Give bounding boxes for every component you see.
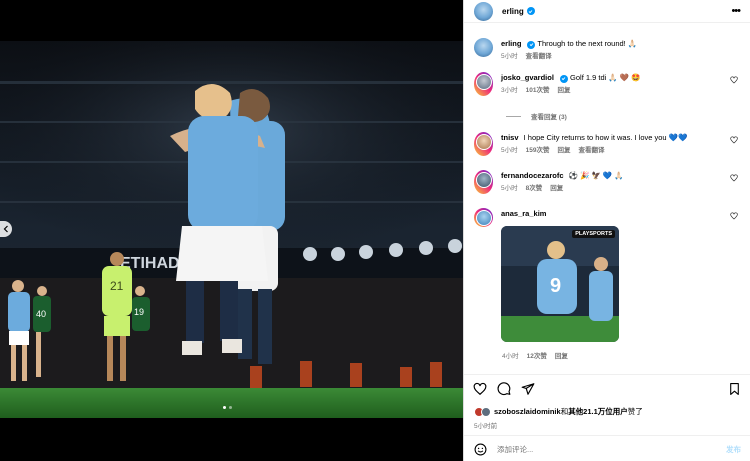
carousel-dot[interactable] <box>229 406 232 409</box>
post-time: 5小时前 <box>474 423 498 430</box>
shirt-number-21: 21 <box>110 279 124 293</box>
comment-time: 3小时 <box>501 87 518 94</box>
comment-time: 5小时 <box>501 147 518 154</box>
comment-likes[interactable]: 8次赞 <box>526 185 543 192</box>
likes-summary: szoboszlaidominik和其他21.1万位用户赞了 <box>474 406 643 417</box>
post-photo[interactable]: ETIHAD 40 21 19 <box>0 41 463 418</box>
reply-button[interactable]: 回复 <box>557 87 570 94</box>
heart-icon[interactable] <box>730 212 738 220</box>
caption-time: 5小时 <box>501 53 518 60</box>
comment-text: I hope City returns to how it was. I lov… <box>523 133 688 142</box>
post-actions: szoboszlaidominik和其他21.1万位用户赞了 5小时前 发布 <box>464 374 750 461</box>
post-media: ETIHAD 40 21 19 <box>0 0 463 461</box>
post-header: erling ••• <box>464 0 750 23</box>
comment-username[interactable]: josko_gvardiol <box>501 73 554 82</box>
verified-icon <box>527 40 536 49</box>
share-icon[interactable] <box>521 382 535 396</box>
comment-time: 4小时 <box>502 353 519 360</box>
reply-button[interactable]: 回复 <box>557 147 570 154</box>
heart-icon[interactable] <box>473 382 487 396</box>
emoji-icon[interactable] <box>474 443 487 456</box>
author-avatar[interactable] <box>474 1 493 21</box>
comment-text: Golf 1.9 tdi 🙏🏻 🤎 🤩 <box>570 73 641 82</box>
likes-others[interactable]: 其他21.1万位用户 <box>568 407 628 416</box>
comment-likes[interactable]: 159次赞 <box>526 147 550 154</box>
comments-list: erling Through to the next round! 🙏🏻 5小时… <box>464 30 750 372</box>
caption: erling Through to the next round! 🙏🏻 5小时… <box>474 38 744 62</box>
comment-username[interactable]: tnisv <box>501 133 519 142</box>
comment-meta: 4小时 12次赞 回复 <box>502 350 750 360</box>
comment-item: fernandocezarofc ⚽ 🎉 🦅 💙 🙏🏻 5小时 8次赞 回复 <box>474 170 744 194</box>
verified-icon <box>526 7 535 15</box>
commenter-avatar[interactable] <box>474 208 493 227</box>
comment-input[interactable] <box>497 444 697 454</box>
comment-time: 5小时 <box>501 185 518 192</box>
author-avatar[interactable] <box>474 38 493 57</box>
commenter-avatar[interactable] <box>474 132 493 156</box>
gif-shirt-number: 9 <box>550 275 561 297</box>
see-translation-link[interactable]: 查看翻译 <box>526 53 552 60</box>
commenter-avatar[interactable] <box>474 72 493 96</box>
comment-icon[interactable] <box>497 382 511 396</box>
comment-item: anas_ra_kim <box>474 208 744 227</box>
post-details-panel: erling ••• erling Through to the next ro… <box>463 0 750 461</box>
save-icon[interactable] <box>728 382 741 396</box>
shirt-number-19: 19 <box>134 307 144 317</box>
carousel-dots <box>223 406 232 409</box>
chevron-left-icon <box>3 225 8 233</box>
comment-username[interactable]: anas_ra_kim <box>501 209 546 218</box>
caption-username[interactable]: erling <box>501 39 521 48</box>
comment-likes[interactable]: 12次赞 <box>527 353 547 360</box>
comment-item: josko_gvardiol Golf 1.9 tdi 🙏🏻 🤎 🤩 3小时 10… <box>474 72 744 96</box>
reply-button[interactable]: 回复 <box>550 185 563 192</box>
comment-item: tnisv I hope City returns to how it was.… <box>474 132 744 156</box>
carousel-dot[interactable] <box>223 406 226 409</box>
reply-button[interactable]: 回复 <box>555 353 568 360</box>
verified-icon <box>559 74 568 83</box>
likes-suffix: 赞了 <box>627 407 643 416</box>
see-translation-link[interactable]: 查看翻译 <box>578 147 604 154</box>
heart-icon[interactable] <box>730 76 738 84</box>
gif-source-tag: PLAYSPORTS <box>572 230 615 238</box>
more-icon[interactable]: ••• <box>731 5 741 17</box>
comment-gif[interactable]: 9 PLAYSPORTS <box>501 226 619 342</box>
liker-avatar[interactable] <box>481 406 491 417</box>
comment-composer: 发布 <box>464 435 750 461</box>
comment-username[interactable]: fernandocezarofc <box>501 171 564 180</box>
first-liker[interactable]: szoboszlaidominik <box>494 407 561 416</box>
heart-icon[interactable] <box>730 174 738 182</box>
caption-text: Through to the next round! 🙏🏻 <box>537 39 638 48</box>
comment-text: ⚽ 🎉 🦅 💙 🙏🏻 <box>568 171 624 180</box>
commenter-avatar[interactable] <box>474 170 493 194</box>
heart-icon[interactable] <box>730 136 738 144</box>
shirt-number-40: 40 <box>36 309 46 319</box>
comment-likes[interactable]: 101次赞 <box>526 87 550 94</box>
view-replies-button[interactable]: 查看回复 (3) <box>506 111 567 121</box>
post-comment-button[interactable]: 发布 <box>726 444 741 455</box>
author-username[interactable]: erling <box>502 7 524 16</box>
